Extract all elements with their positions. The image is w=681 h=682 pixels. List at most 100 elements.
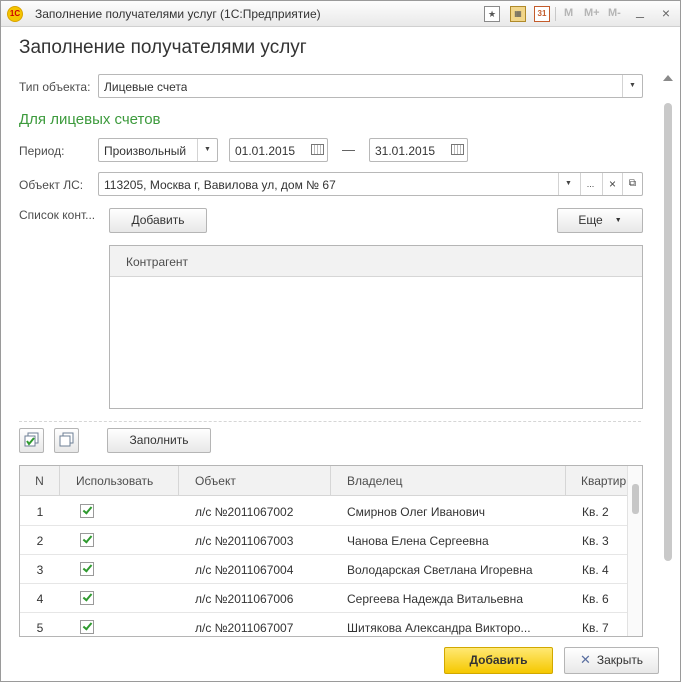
account-object-value: 113205, Москва г, Вавилова ул, дом № 67 (104, 178, 336, 192)
calendar-icon[interactable]: 31 (534, 6, 550, 22)
calendar-icon[interactable] (451, 144, 464, 155)
chevron-down-icon[interactable]: ▼ (558, 173, 578, 195)
period-from-value: 01.01.2015 (235, 144, 296, 158)
owner-cell: Шитякова Александра Викторо... (347, 621, 531, 635)
period-to-field[interactable]: 31.01.2015 (369, 138, 468, 162)
apartment-cell: Кв. 6 (582, 592, 609, 606)
app-logo-icon: 1С (7, 6, 23, 22)
checkmark-icon (82, 620, 93, 631)
title-bar[interactable]: 1С Заполнение получателями услуг (1С:Пре… (1, 1, 680, 27)
table-scrollbar[interactable] (627, 466, 642, 636)
memory-minus-button[interactable]: M- (608, 7, 621, 19)
column-header-object[interactable]: Объект (179, 466, 331, 496)
owner-cell: Володарская Светлана Игоревна (347, 563, 533, 577)
apartment-cell: Кв. 3 (582, 534, 609, 548)
table-row[interactable]: 1 л/с №2011067002 Смирнов Олег Иванович … (20, 497, 627, 526)
minimize-icon[interactable]: _ (632, 2, 648, 18)
fill-button[interactable]: Заполнить (107, 428, 211, 453)
close-button-label: Закрыть (596, 653, 644, 667)
close-icon: ✕ (579, 652, 591, 667)
contractors-table[interactable]: Контрагент (109, 245, 643, 409)
object-cell: л/с №2011067002 (195, 505, 294, 519)
table-header: N Использовать Объект Владелец Квартир (20, 466, 627, 496)
window-title: Заполнение получателями услуг (1С:Предпр… (35, 7, 321, 21)
row-number: 1 (36, 505, 44, 519)
period-from-field[interactable]: 01.01.2015 (229, 138, 328, 162)
account-object-field[interactable]: 113205, Москва г, Вавилова ул, дом № 67 … (98, 172, 643, 196)
uncheck-all-icon (59, 432, 74, 447)
use-checkbox[interactable] (80, 533, 94, 547)
row-number: 5 (36, 621, 44, 635)
uncheck-all-button[interactable] (54, 428, 79, 453)
period-to-value: 31.01.2015 (375, 144, 436, 158)
use-checkbox[interactable] (80, 591, 94, 605)
more-button-label: Еще (578, 213, 603, 227)
divider (19, 421, 641, 422)
column-header-owner[interactable]: Владелец (331, 466, 566, 496)
table-row[interactable]: 2 л/с №2011067003 Чанова Елена Сергеевна… (20, 526, 627, 555)
checkmark-icon (82, 562, 93, 573)
calendar-icon[interactable] (311, 144, 324, 155)
apartment-cell: Кв. 4 (582, 563, 609, 577)
select-button[interactable]: ... (580, 173, 600, 195)
apartment-cell: Кв. 7 (582, 621, 609, 635)
table-row[interactable]: 5 л/с №2011067007 Шитякова Александра Ви… (20, 613, 627, 636)
section-title: Для лицевых счетов (19, 111, 161, 128)
add-contractor-button[interactable]: Добавить (109, 208, 207, 233)
period-kind-select[interactable]: Произвольный ▼ (98, 138, 218, 162)
dialog-window: 1С Заполнение получателями услуг (1С:Пре… (0, 0, 681, 682)
close-button[interactable]: ✕ Закрыть (564, 647, 659, 674)
checkmark-icon (82, 504, 93, 515)
column-header-apartment[interactable]: Квартир (566, 466, 627, 496)
recipients-table[interactable]: N Использовать Объект Владелец Квартир 1… (19, 465, 643, 637)
clear-icon[interactable]: × (602, 173, 622, 195)
object-cell: л/с №2011067007 (195, 621, 294, 635)
period-dash: — (342, 142, 355, 157)
use-checkbox[interactable] (80, 620, 94, 634)
chevron-down-icon[interactable]: ▼ (622, 75, 642, 97)
period-label: Период: (19, 144, 65, 158)
memory-m-button[interactable]: M (564, 7, 573, 19)
close-window-icon[interactable]: × (658, 5, 674, 21)
calculator-icon[interactable]: ▦ (510, 6, 526, 22)
apartment-cell: Кв. 2 (582, 505, 609, 519)
column-header-use[interactable]: Использовать (60, 466, 179, 496)
form-title: Заполнение получателями услуг (19, 37, 307, 58)
period-kind-value: Произвольный (104, 144, 187, 158)
row-number: 2 (36, 534, 44, 548)
object-type-select[interactable]: Лицевые счета ▼ (98, 74, 643, 98)
owner-cell: Сергеева Надежда Витальевна (347, 592, 523, 606)
chevron-down-icon: ▼ (614, 217, 622, 225)
owner-cell: Смирнов Олег Иванович (347, 505, 486, 519)
open-icon[interactable]: ⧉ (622, 173, 642, 195)
row-number: 3 (36, 563, 44, 577)
scroll-up-icon[interactable] (663, 75, 673, 81)
use-checkbox[interactable] (80, 504, 94, 518)
object-cell: л/с №2011067006 (195, 592, 294, 606)
object-cell: л/с №2011067003 (195, 534, 294, 548)
contractor-column-header[interactable]: Контрагент (110, 246, 642, 277)
object-type-value: Лицевые счета (104, 80, 188, 94)
object-cell: л/с №2011067004 (195, 563, 294, 577)
check-all-button[interactable] (19, 428, 44, 453)
row-number: 4 (36, 592, 44, 606)
form-scrollbar[interactable] (662, 73, 674, 561)
add-button[interactable]: Добавить (444, 647, 553, 674)
chevron-down-icon[interactable]: ▼ (197, 139, 217, 161)
toolbar-separator (555, 7, 556, 21)
checkmark-icon (82, 591, 93, 602)
bookmark-icon[interactable]: ★ (484, 6, 500, 22)
object-type-label: Тип объекта: (19, 80, 91, 94)
use-checkbox[interactable] (80, 562, 94, 576)
table-row[interactable]: 3 л/с №2011067004 Володарская Светлана И… (20, 555, 627, 584)
checkmark-icon (82, 533, 93, 544)
more-button[interactable]: Еще ▼ (557, 208, 643, 233)
table-row[interactable]: 4 л/с №2011067006 Сергеева Надежда Витал… (20, 584, 627, 613)
account-object-label: Объект ЛС: (19, 178, 84, 192)
contractors-label: Список конт... (19, 208, 96, 222)
table-scrollbar-thumb[interactable] (632, 484, 639, 514)
owner-cell: Чанова Елена Сергеевна (347, 534, 489, 548)
column-header-n[interactable]: N (20, 466, 60, 496)
form-scrollbar-thumb[interactable] (664, 103, 672, 561)
memory-plus-button[interactable]: M+ (584, 7, 600, 19)
